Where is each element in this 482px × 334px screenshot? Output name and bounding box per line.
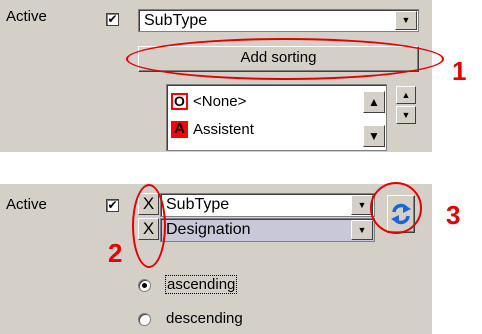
callout-ellipse-swap xyxy=(370,182,422,234)
chevron-down-icon: ▼ xyxy=(357,200,367,210)
sort-field-combo[interactable]: SubType ▼ xyxy=(160,193,375,217)
list-item[interactable]: A Assistent xyxy=(171,119,351,141)
bottom-panel: Active ✔ X SubType ▼ X Designation ▼ asc… xyxy=(0,184,432,334)
arrow-down-icon: ▼ xyxy=(368,129,380,143)
arrow-up-icon: ▲ xyxy=(401,90,411,100)
list-item[interactable]: O <None> xyxy=(171,91,351,113)
sort-field-value: SubType xyxy=(166,196,230,213)
callout-ellipse-add-sorting xyxy=(126,38,444,80)
sort-field-combo[interactable]: Designation ▼ xyxy=(160,218,375,242)
callout-number-1: 1 xyxy=(452,56,467,86)
type-list[interactable]: O <None> A Assistent ▲ ▼ xyxy=(166,84,387,151)
subtype-combo[interactable]: SubType ▼ xyxy=(138,9,419,32)
chevron-down-icon: ▼ xyxy=(357,225,367,235)
ascending-option[interactable]: ascending xyxy=(138,275,298,296)
selected-dot xyxy=(142,283,147,288)
type-badge-icon: O xyxy=(171,93,188,110)
active-checkbox[interactable]: ✔ xyxy=(106,199,119,212)
callout-number-2: 2 xyxy=(108,238,123,268)
list-item-label: <None> xyxy=(193,93,247,110)
list-item-label: Assistent xyxy=(193,121,254,138)
callout-ellipse-remove-buttons xyxy=(132,184,166,268)
descending-label: descending xyxy=(166,310,243,327)
subtype-value: SubType xyxy=(144,12,208,29)
arrow-up-icon: ▲ xyxy=(368,95,380,109)
descending-radio[interactable] xyxy=(138,313,151,326)
move-down-button[interactable]: ▼ xyxy=(396,106,416,124)
active-label: Active xyxy=(6,8,47,25)
sort-field-dropdown-button[interactable]: ▼ xyxy=(351,220,373,240)
ascending-label: ascending xyxy=(164,275,238,294)
list-scroll-up-button[interactable]: ▲ xyxy=(363,91,385,113)
callout-number-3: 3 xyxy=(446,200,461,230)
descending-option[interactable]: descending xyxy=(138,310,298,330)
list-scroll-down-button[interactable]: ▼ xyxy=(363,125,385,147)
active-label: Active xyxy=(6,196,47,213)
active-checkbox[interactable]: ✔ xyxy=(106,13,119,26)
chevron-down-icon: ▼ xyxy=(401,15,411,25)
sort-field-value: Designation xyxy=(166,221,251,238)
ascending-radio[interactable] xyxy=(138,279,151,292)
type-badge-icon: A xyxy=(171,121,188,138)
subtype-dropdown-button[interactable]: ▼ xyxy=(395,11,417,30)
arrow-down-icon: ▼ xyxy=(401,110,411,120)
move-up-button[interactable]: ▲ xyxy=(396,86,416,104)
